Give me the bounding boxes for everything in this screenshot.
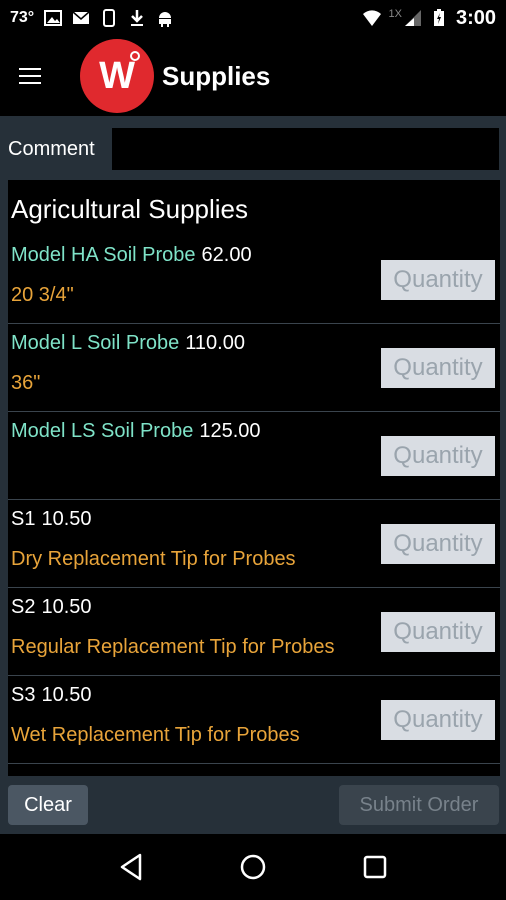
submit-order-button[interactable]: Submit Order bbox=[339, 785, 499, 825]
menu-button[interactable] bbox=[0, 36, 60, 116]
list-item: S1 10.50 Dry Replacement Tip for Probes bbox=[8, 500, 500, 588]
wifi-icon bbox=[362, 10, 381, 26]
item-price: 10.50 bbox=[41, 508, 92, 530]
clear-button[interactable]: Clear bbox=[8, 785, 88, 825]
item-name: S2 bbox=[11, 596, 36, 618]
item-detail: Dry Replacement Tip for Probes bbox=[11, 548, 296, 570]
quantity-input[interactable] bbox=[381, 700, 495, 740]
status-temperature: 73° bbox=[10, 9, 35, 26]
list-item: Model HA Soil Probe 62.00 20 3/4" bbox=[8, 236, 500, 324]
item-detail: 20 3/4" bbox=[11, 284, 74, 306]
list-item: S2 10.50 Regular Replacement Tip for Prob… bbox=[8, 588, 500, 676]
app-bar: W Supplies bbox=[0, 36, 506, 116]
item-name: Model L Soil Probe bbox=[11, 332, 180, 354]
item-name: S3 bbox=[11, 684, 36, 706]
item-detail: Wet Replacement Tip for Probes bbox=[11, 724, 300, 746]
action-bar: Clear Submit Order bbox=[0, 780, 506, 834]
status-bar: 73° 1X 3:00 bbox=[0, 0, 506, 36]
mail-icon bbox=[72, 11, 90, 24]
back-icon bbox=[120, 853, 142, 881]
battery-icon bbox=[433, 9, 444, 26]
navigation-bar bbox=[0, 834, 506, 900]
android-icon bbox=[159, 12, 172, 27]
quantity-input[interactable] bbox=[381, 436, 495, 476]
hamburger-icon bbox=[19, 75, 41, 77]
image-icon bbox=[44, 10, 63, 26]
quantity-input[interactable] bbox=[381, 612, 495, 652]
signal-icon bbox=[404, 10, 421, 26]
logo-dot bbox=[130, 51, 140, 61]
item-price: 10.50 bbox=[41, 596, 92, 618]
home-button[interactable] bbox=[233, 847, 273, 887]
item-name: Model LS Soil Probe bbox=[11, 420, 194, 442]
phone-icon bbox=[103, 9, 116, 27]
quantity-input[interactable] bbox=[381, 524, 495, 564]
recents-icon bbox=[363, 855, 387, 879]
list-item: S3 10.50 Wet Replacement Tip for Probes bbox=[8, 676, 500, 764]
content-area: Comment Agricultural Supplies Model HA S… bbox=[0, 116, 506, 780]
item-price: 125.00 bbox=[199, 420, 261, 442]
quantity-input[interactable] bbox=[381, 260, 495, 300]
section-title: Agricultural Supplies bbox=[11, 194, 249, 224]
home-icon bbox=[240, 854, 266, 880]
list-item: Model L Soil Probe 110.00 36" bbox=[8, 324, 500, 412]
item-price: 10.50 bbox=[41, 684, 92, 706]
back-button[interactable] bbox=[111, 847, 151, 887]
recents-button[interactable] bbox=[355, 847, 395, 887]
comment-row: Comment bbox=[0, 126, 506, 172]
download-icon bbox=[131, 10, 144, 26]
supplies-list[interactable]: Agricultural Supplies Model HA Soil Prob… bbox=[8, 180, 500, 776]
comment-label: Comment bbox=[8, 137, 95, 160]
item-name: S1 bbox=[11, 508, 36, 530]
logo-letter: W bbox=[99, 54, 135, 97]
page-title: Supplies bbox=[162, 60, 271, 91]
item-detail: Regular Replacement Tip for Probes bbox=[11, 636, 335, 658]
list-item: Model LS Soil Probe 125.00 bbox=[8, 412, 500, 500]
item-name: Model HA Soil Probe bbox=[11, 244, 196, 266]
item-price: 62.00 bbox=[201, 244, 252, 266]
app-logo: W bbox=[80, 39, 154, 113]
item-price: 110.00 bbox=[185, 332, 245, 354]
status-time: 3:00 bbox=[455, 6, 496, 29]
network-type-label: 1X bbox=[388, 8, 402, 20]
comment-input[interactable] bbox=[112, 128, 499, 170]
quantity-input[interactable] bbox=[381, 348, 495, 388]
item-detail: 36" bbox=[11, 372, 41, 394]
